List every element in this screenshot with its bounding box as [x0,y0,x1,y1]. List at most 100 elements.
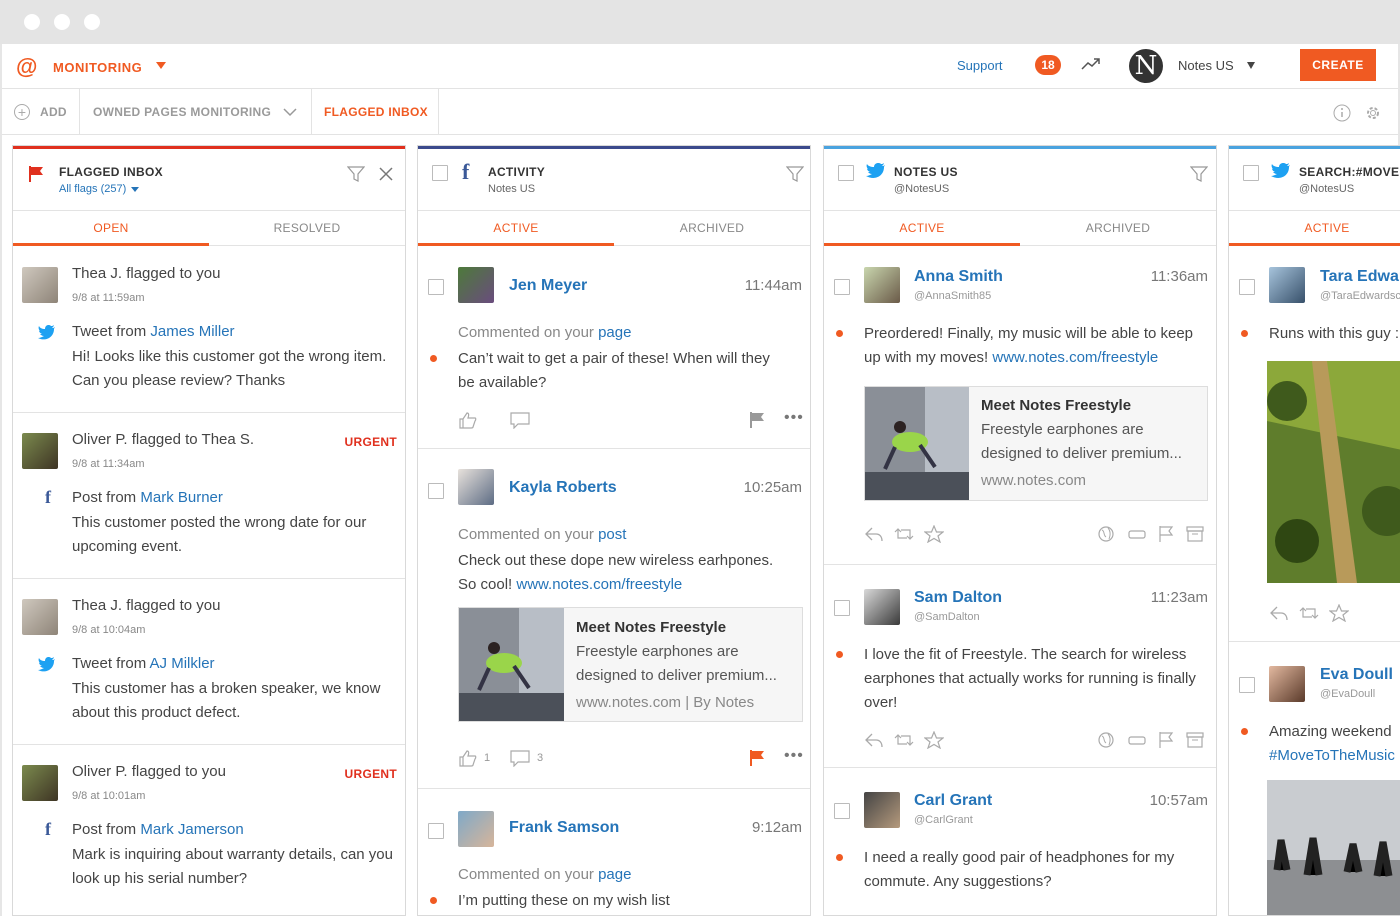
add-tab[interactable]: ADD [40,89,67,135]
globe-icon[interactable] [1097,731,1115,749]
tab-open[interactable]: OPEN [13,212,209,246]
tweet-item[interactable]: Carl Grant @CarlGrant 10:57am I need a r… [824,768,1216,915]
post-item[interactable]: Kayla Roberts 10:25am Commented on your … [418,449,810,789]
favorite-icon[interactable] [1329,604,1349,622]
retweet-icon[interactable] [894,525,914,543]
flag-icon[interactable] [1157,731,1175,749]
source-author-link[interactable]: Mark Burner [140,489,223,506]
tab-owned-pages[interactable]: OWNED PAGES MONITORING [93,89,271,135]
chevron-down-icon[interactable] [283,108,297,117]
author-name[interactable]: Anna Smith [914,268,1003,286]
tab-archived[interactable]: ARCHIVED [614,212,810,246]
comment-icon[interactable] [510,749,530,767]
archive-icon[interactable] [1186,525,1204,543]
reply-icon[interactable] [864,731,884,749]
flag-icon[interactable] [1157,525,1175,543]
tab-archived[interactable]: ARCHIVED [1020,212,1216,246]
author-name[interactable]: Eva Doull [1320,666,1393,684]
author-name[interactable]: Kayla Roberts [509,479,617,497]
account-avatar[interactable]: N [1129,49,1163,83]
caret-down-icon[interactable] [131,187,139,192]
tag-icon[interactable] [1127,525,1147,543]
reply-icon[interactable] [1269,604,1289,622]
select-checkbox[interactable] [834,279,850,295]
tab-resolved[interactable]: RESOLVED [209,212,405,246]
author-name[interactable]: Carl Grant [914,792,992,810]
favorite-icon[interactable] [924,525,944,543]
support-link[interactable]: Support [957,58,1003,73]
source-author-link[interactable]: AJ Milkler [150,655,215,672]
reply-icon[interactable] [864,525,884,543]
select-checkbox[interactable] [834,803,850,819]
create-button[interactable]: CREATE [1300,49,1376,81]
more-icon[interactable]: ••• [784,409,804,427]
author-name[interactable]: Frank Samson [509,819,619,837]
section-dropdown[interactable]: MONITORING [53,60,142,75]
archive-icon[interactable] [1186,731,1204,749]
favorite-icon[interactable] [924,731,944,749]
author-name[interactable]: Tara Edwar [1320,268,1400,286]
list-item[interactable]: Oliver P. flagged to Thea S. URGENT 9/8 … [13,413,405,579]
source-author-link[interactable]: James Miller [150,323,234,340]
select-checkbox[interactable] [428,823,444,839]
tweet-link[interactable]: www.notes.com/freestyle [992,349,1158,366]
tab-active[interactable]: ACTIVE [1229,212,1400,246]
account-caret-icon[interactable] [1247,62,1255,69]
post-link[interactable]: www.notes.com/freestyle [516,576,682,593]
author-name[interactable]: Jen Meyer [509,277,587,295]
list-item[interactable]: Oliver P. flagged to you URGENT 9/8 at 1… [13,745,405,915]
filter-icon[interactable] [347,165,365,183]
notification-badge[interactable]: 18 [1035,55,1061,75]
target-link[interactable]: post [598,526,626,543]
window-maximize-dot[interactable] [84,14,100,30]
tab-active[interactable]: ACTIVE [418,212,614,246]
select-all-checkbox[interactable] [432,165,448,181]
window-minimize-dot[interactable] [54,14,70,30]
add-icon[interactable]: + [14,104,30,120]
tab-active[interactable]: ACTIVE [824,212,1020,246]
select-checkbox[interactable] [1239,677,1255,693]
info-icon[interactable] [1333,104,1351,122]
more-icon[interactable]: ••• [784,747,804,765]
filter-icon[interactable] [1190,165,1208,183]
like-icon[interactable] [458,411,478,429]
list-item[interactable]: Thea J. flagged to you 9/8 at 10:04am Tw… [13,579,405,745]
flag-icon[interactable] [748,411,766,429]
close-icon[interactable] [379,167,393,181]
hashtag-link[interactable]: #MoveToTheMusic [1269,744,1395,768]
tweet-item[interactable]: Eva Doull @EvaDoull Amazing weekend #Mov… [1229,642,1400,915]
post-item[interactable]: Jen Meyer 11:44am Commented on your page… [418,247,810,449]
account-name[interactable]: Notes US [1178,58,1234,73]
target-link[interactable]: page [598,324,631,341]
link-preview-card[interactable]: Meet Notes Freestyle Freestyle earphones… [458,607,803,722]
tweet-item[interactable]: Anna Smith @AnnaSmith85 11:36am Preorder… [824,247,1216,565]
link-preview-card[interactable]: Meet Notes Freestyle Freestyle earphones… [864,386,1208,501]
flag-icon[interactable] [748,749,766,767]
source-author-link[interactable]: Mark Jamerson [140,821,243,838]
like-icon[interactable] [458,749,478,767]
select-checkbox[interactable] [1239,279,1255,295]
author-name[interactable]: Sam Dalton [914,589,1002,607]
select-all-checkbox[interactable] [838,165,854,181]
tab-flagged-inbox[interactable]: FLAGGED INBOX [324,89,428,135]
globe-icon[interactable] [1097,525,1115,543]
tweet-item[interactable]: Sam Dalton @SamDalton 11:23am I love the… [824,565,1216,768]
list-item[interactable]: Thea J. flagged to you 9/8 at 11:59am Tw… [13,247,405,413]
all-flags-filter[interactable]: All flags (257) [59,183,126,195]
target-link[interactable]: page [598,866,631,883]
window-close-dot[interactable] [24,14,40,30]
select-checkbox[interactable] [428,483,444,499]
filter-icon[interactable] [786,165,804,183]
caret-down-icon[interactable] [156,62,166,69]
select-checkbox[interactable] [834,600,850,616]
retweet-icon[interactable] [1299,604,1319,622]
trend-icon[interactable] [1080,55,1102,73]
retweet-icon[interactable] [894,731,914,749]
post-item[interactable]: Frank Samson 9:12am Commented on your pa… [418,789,810,915]
tag-icon[interactable] [1127,731,1147,749]
gear-icon[interactable] [1364,104,1382,122]
tweet-item[interactable]: Tara Edwar @TaraEdwardsc Runs with this … [1229,247,1400,642]
comment-icon[interactable] [510,411,530,429]
select-all-checkbox[interactable] [1243,165,1259,181]
select-checkbox[interactable] [428,279,444,295]
